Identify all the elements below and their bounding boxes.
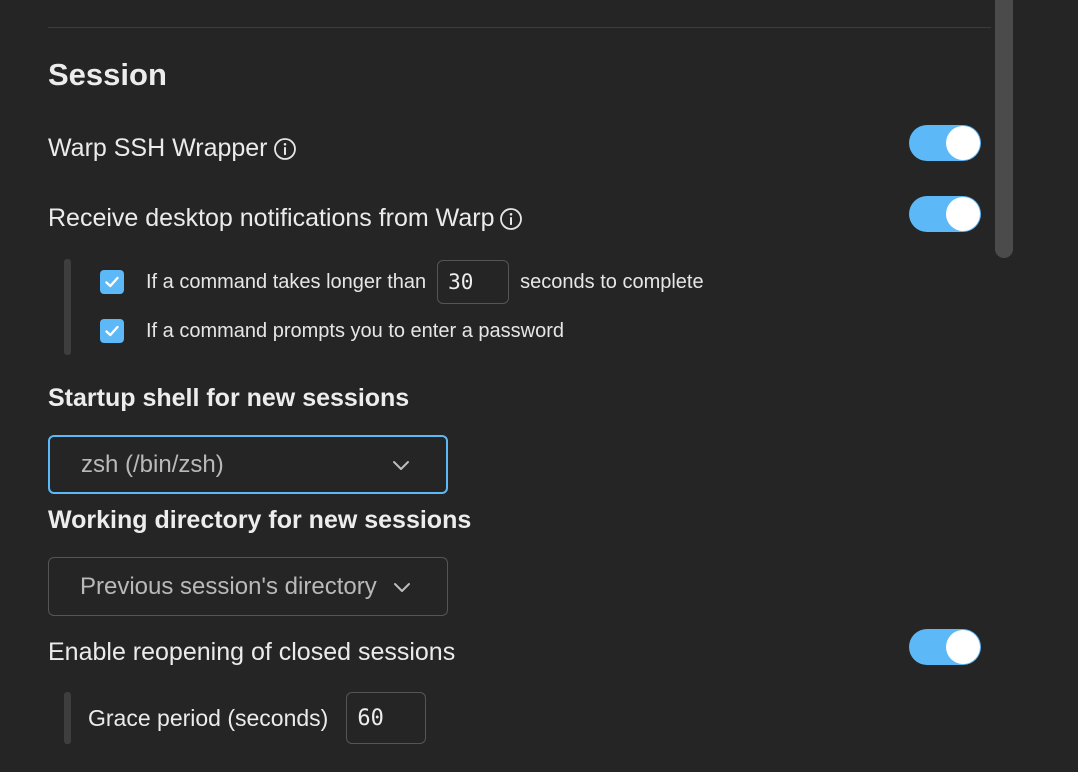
reopen-sessions-label: Enable reopening of closed sessions	[48, 638, 456, 666]
info-icon[interactable]	[273, 137, 297, 161]
checkmark-icon	[105, 325, 119, 337]
ssh-wrapper-toggle[interactable]	[909, 125, 981, 161]
toggle-knob	[946, 126, 980, 160]
scrollbar-thumb[interactable]	[995, 0, 1013, 258]
long-command-label-before: If a command takes longer than	[146, 270, 427, 293]
notifications-row: Receive desktop notifications from Warp	[48, 204, 523, 233]
ssh-wrapper-row: Warp SSH Wrapper	[48, 134, 297, 163]
ssh-wrapper-label: Warp SSH Wrapper	[48, 134, 268, 162]
long-command-label-after: seconds to complete	[520, 270, 704, 293]
password-prompt-label: If a command prompts you to enter a pass…	[146, 319, 564, 342]
grace-period-label: Grace period (seconds)	[88, 704, 329, 731]
password-prompt-checkbox[interactable]	[100, 319, 124, 343]
toggle-knob	[946, 630, 980, 664]
info-icon[interactable]	[499, 207, 523, 231]
chevron-down-icon	[394, 582, 410, 592]
toggle-knob	[946, 197, 980, 231]
reopen-sessions-toggle[interactable]	[909, 629, 981, 665]
reopen-sessions-row: Enable reopening of closed sessions	[48, 638, 455, 667]
settings-page: Session Warp SSH Wrapper Receive desktop…	[0, 0, 1078, 772]
startup-shell-selected: zsh (/bin/zsh)	[81, 450, 224, 478]
working-directory-selected: Previous session's directory	[80, 572, 377, 600]
working-directory-dropdown[interactable]: Previous session's directory	[48, 557, 448, 616]
section-divider	[48, 27, 991, 28]
grace-period-row: Grace period (seconds)	[88, 692, 427, 744]
startup-shell-heading: Startup shell for new sessions	[48, 384, 410, 412]
grace-period-input[interactable]	[346, 692, 427, 744]
long-command-seconds-input[interactable]	[437, 260, 510, 304]
notifications-indent-bar	[64, 259, 71, 355]
notifications-label: Receive desktop notifications from Warp	[48, 204, 495, 232]
notifications-toggle[interactable]	[909, 196, 981, 232]
password-prompt-option: If a command prompts you to enter a pass…	[100, 318, 564, 344]
startup-shell-dropdown[interactable]: zsh (/bin/zsh)	[48, 435, 448, 494]
chevron-down-icon	[393, 460, 409, 470]
grace-period-indent-bar	[64, 692, 71, 744]
long-command-option: If a command takes longer than seconds t…	[100, 260, 704, 304]
long-command-checkbox[interactable]	[100, 270, 124, 294]
working-directory-heading: Working directory for new sessions	[48, 506, 472, 534]
section-title: Session	[48, 57, 167, 92]
checkmark-icon	[105, 276, 119, 288]
